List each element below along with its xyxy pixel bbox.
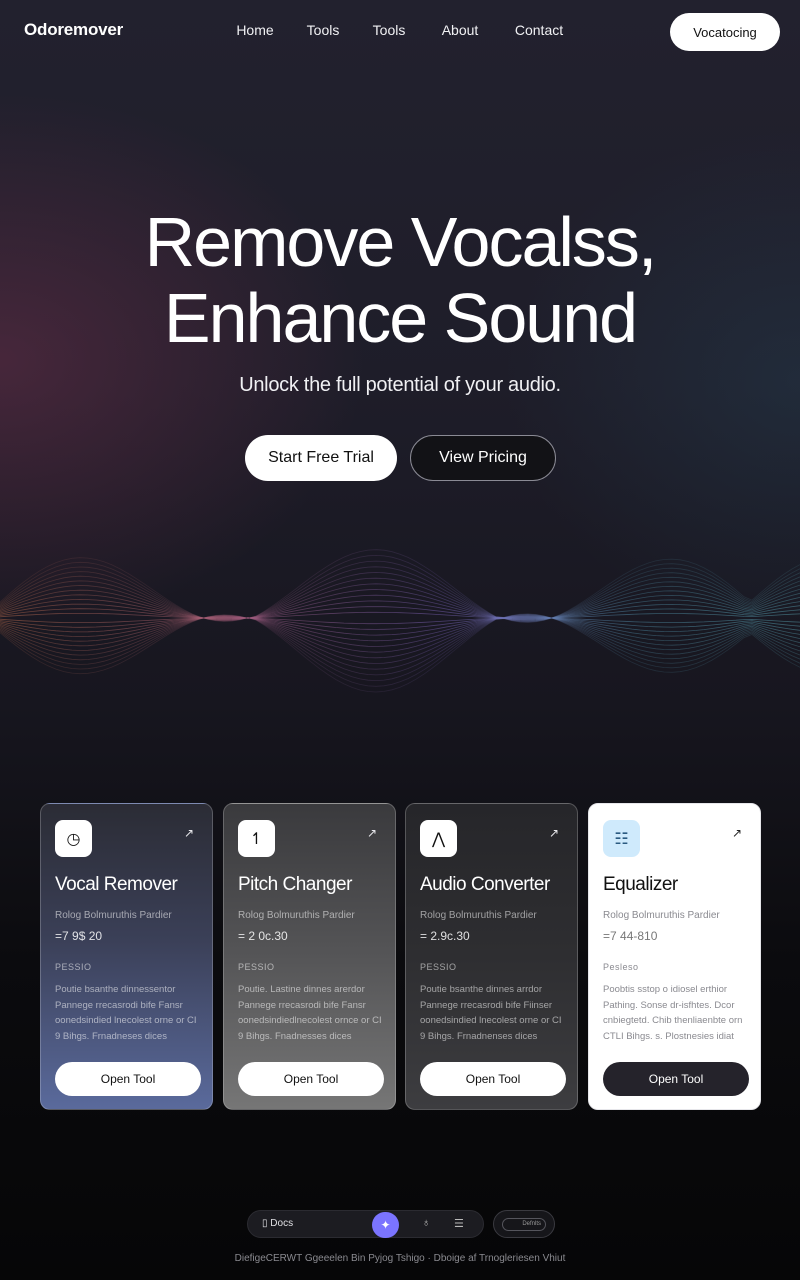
hero-title-line-1: Remove Vocalss,: [144, 203, 658, 281]
wave-line: [0, 608, 800, 630]
bulb-icon[interactable]: ♁: [422, 1217, 430, 1229]
tool-card-pitch-changer[interactable]: ↿ ↗ Pitch Changer Rolog Bolmuruthis Pard…: [223, 803, 396, 1110]
open-tool-button[interactable]: Open Tool: [238, 1062, 384, 1096]
card-title: Vocal Remover: [55, 874, 178, 895]
hero-subtitle: Unlock the full potential of your audio.: [239, 374, 561, 396]
card-description: Poutie. Lastine dinnes arerdor Pannege r…: [238, 984, 382, 1042]
card-description: Poutie bsanthe dinnes arrdor Pannege rre…: [420, 984, 562, 1042]
card-price: = 2.9c.30: [420, 929, 470, 943]
card-meta: Rolog Bolmuruthis Pardier: [55, 910, 172, 921]
card-tag: Pesleso: [603, 962, 639, 972]
hero-title: Remove Vocalss, Enhance Sound: [0, 204, 800, 356]
pitch-icon: ↿: [238, 820, 275, 857]
list-icon[interactable]: ☰: [454, 1217, 464, 1230]
convert-icon: ⋀: [420, 820, 457, 857]
card-title: Pitch Changer: [238, 874, 352, 895]
sound-wave-graphic: [0, 549, 800, 693]
document-icon: ▯: [262, 1218, 268, 1229]
card-meta: Rolog Bolmuruthis Pardier: [238, 910, 355, 921]
open-tool-button[interactable]: Open Tool: [55, 1062, 201, 1096]
dial-icon: ◷: [55, 820, 92, 857]
tool-card-vocal-remover[interactable]: ◷ ↗ Vocal Remover Rolog Bolmuruthis Pard…: [40, 803, 213, 1110]
top-nav: Odoremover Home Tools Tools About Contac…: [0, 0, 800, 62]
bottom-dock: ▯ Docs ✦ ♁ ☰: [247, 1210, 484, 1238]
card-description: Poutie bsanthe dinnessentor Pannege rrec…: [55, 984, 197, 1042]
arrow-up-right-icon[interactable]: ↗: [184, 826, 194, 840]
footer-text: DiefigeCERWT Ggeeelen Bin Pyjog Tshigo ·…: [234, 1253, 566, 1264]
nav-link-contact[interactable]: Contact: [498, 22, 580, 38]
nav-link-tools-2[interactable]: Tools: [356, 22, 422, 38]
wave-line: [0, 606, 800, 628]
card-price: =7 9$ 20: [55, 929, 103, 943]
equalizer-icon: ☷: [603, 820, 640, 857]
dock-docs-label: Docs: [270, 1218, 294, 1229]
wave-line: [0, 598, 800, 642]
card-description: Poobtis sstop o idiosel erthior Pathing.…: [603, 984, 743, 1042]
card-tag: PESSIO: [55, 962, 92, 972]
tool-card-equalizer[interactable]: ☷ ↗ Equalizer Rolog Bolmuruthis Pardier …: [588, 803, 761, 1110]
arrow-up-right-icon[interactable]: ↗: [367, 826, 377, 840]
compass-icon[interactable]: ✦: [372, 1212, 399, 1238]
arrow-up-right-icon[interactable]: ↗: [549, 826, 559, 840]
card-price: = 2 0c.30: [238, 929, 288, 943]
open-tool-button[interactable]: Open Tool: [420, 1062, 566, 1096]
card-tag: PESSIO: [238, 962, 275, 972]
card-price: =7 44-810: [603, 929, 658, 943]
card-tag: PESSIO: [420, 962, 457, 972]
nav-links: Home Tools Tools About Contact: [220, 22, 580, 38]
card-title: Equalizer: [603, 874, 678, 895]
card-meta: Rolog Bolmuruthis Pardier: [420, 910, 537, 921]
nav-link-tools[interactable]: Tools: [290, 22, 356, 38]
card-title: Audio Converter: [420, 874, 550, 895]
nav-cta-button[interactable]: Vocatocing: [670, 13, 780, 51]
dock-docs-item[interactable]: ▯ Docs: [262, 1218, 293, 1229]
arrow-up-right-icon[interactable]: ↗: [732, 826, 742, 840]
theme-toggle[interactable]: Defnlts: [493, 1210, 555, 1238]
nav-link-about[interactable]: About: [422, 22, 498, 38]
hero-title-line-2: Enhance Sound: [163, 279, 638, 357]
view-pricing-button[interactable]: View Pricing: [410, 435, 556, 481]
tool-card-audio-converter[interactable]: ⋀ ↗ Audio Converter Rolog Bolmuruthis Pa…: [405, 803, 578, 1110]
wave-line: [0, 594, 800, 638]
start-free-trial-button[interactable]: Start Free Trial: [245, 435, 397, 481]
toggle-label: Defnlts: [502, 1218, 546, 1231]
nav-link-home[interactable]: Home: [220, 22, 290, 38]
open-tool-button[interactable]: Open Tool: [603, 1062, 749, 1096]
brand-logo[interactable]: Odoremover: [24, 20, 123, 40]
card-meta: Rolog Bolmuruthis Pardier: [603, 910, 720, 921]
